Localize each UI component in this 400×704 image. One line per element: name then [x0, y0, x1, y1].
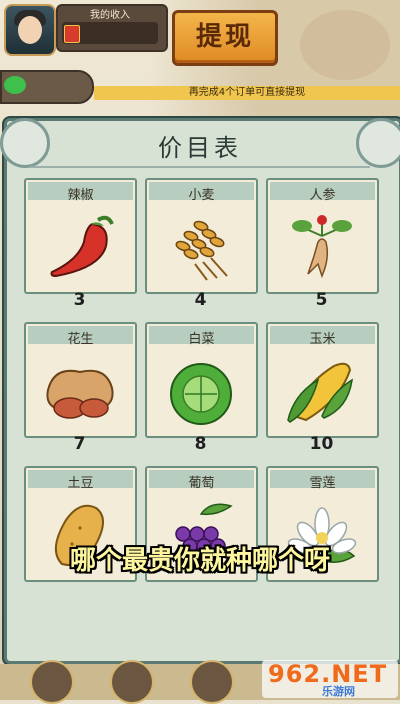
crop-price: 8	[194, 434, 207, 454]
bottom-button[interactable]	[110, 660, 154, 704]
crop-card-frame: 辣椒	[24, 178, 137, 294]
crop-card[interactable]: 花生 7	[24, 322, 137, 458]
crop-card[interactable]: 玉米 10	[266, 322, 379, 458]
crop-card-frame: 白菜	[145, 322, 258, 438]
bottom-button[interactable]	[190, 660, 234, 704]
withdraw-notice: 再完成4个订单可直接提现	[94, 86, 400, 100]
player-avatar[interactable]	[4, 4, 56, 56]
peanut-icon	[46, 369, 114, 419]
withdraw-button[interactable]: 提现	[172, 10, 278, 66]
crop-price: 7	[73, 434, 86, 454]
cabbage-icon	[170, 363, 232, 425]
crop-card[interactable]: 雪莲	[266, 466, 379, 602]
crop-name: 葡萄	[188, 476, 215, 491]
watermark-subtitle: 乐游网	[322, 685, 355, 698]
crop-card[interactable]: 辣椒 3	[24, 178, 137, 314]
crop-price: 4	[194, 290, 207, 310]
crop-card-frame: 人参	[266, 178, 379, 294]
crop-card[interactable]: 葡萄	[145, 466, 258, 602]
crop-name: 辣椒	[67, 188, 94, 203]
panel-divider	[30, 166, 370, 168]
avatar-face	[18, 16, 42, 44]
crop-card[interactable]: 小麦 4	[145, 178, 258, 314]
crop-name: 玉米	[309, 332, 336, 347]
tree-decoration	[300, 10, 390, 80]
crop-price: 10	[309, 434, 334, 454]
income-label: 我的收入	[90, 10, 130, 21]
subtitle-caption: 哪个最贵你就种哪个呀	[69, 546, 330, 576]
crop-card[interactable]: 白菜 8	[145, 322, 258, 458]
crop-name: 小麦	[188, 188, 215, 203]
panel-title: 价目表	[158, 134, 242, 162]
corn-icon	[287, 362, 353, 423]
crop-card[interactable]: 人参 5	[266, 178, 379, 314]
wheat-icon	[175, 220, 228, 281]
red-envelope-icon	[64, 25, 80, 43]
crop-name: 雪莲	[309, 476, 336, 491]
crop-card-frame: 小麦	[145, 178, 258, 294]
crop-name: 人参	[309, 188, 336, 203]
crop-name: 花生	[67, 332, 94, 347]
crop-name: 白菜	[188, 332, 215, 347]
crop-card-frame: 玉米	[266, 322, 379, 438]
chili-pepper-icon	[50, 215, 114, 278]
bottom-button[interactable]	[30, 660, 74, 704]
panel-corner-ornament-right	[356, 118, 400, 168]
crop-price: 3	[73, 290, 86, 310]
crop-card[interactable]: 土豆	[24, 466, 137, 602]
wechat-icon[interactable]	[4, 76, 26, 94]
crop-price: 5	[315, 290, 328, 310]
crop-name: 土豆	[67, 476, 94, 491]
ginseng-icon	[292, 215, 352, 279]
crop-card-frame: 花生	[24, 322, 137, 438]
panel-corner-ornament-left	[0, 118, 50, 168]
